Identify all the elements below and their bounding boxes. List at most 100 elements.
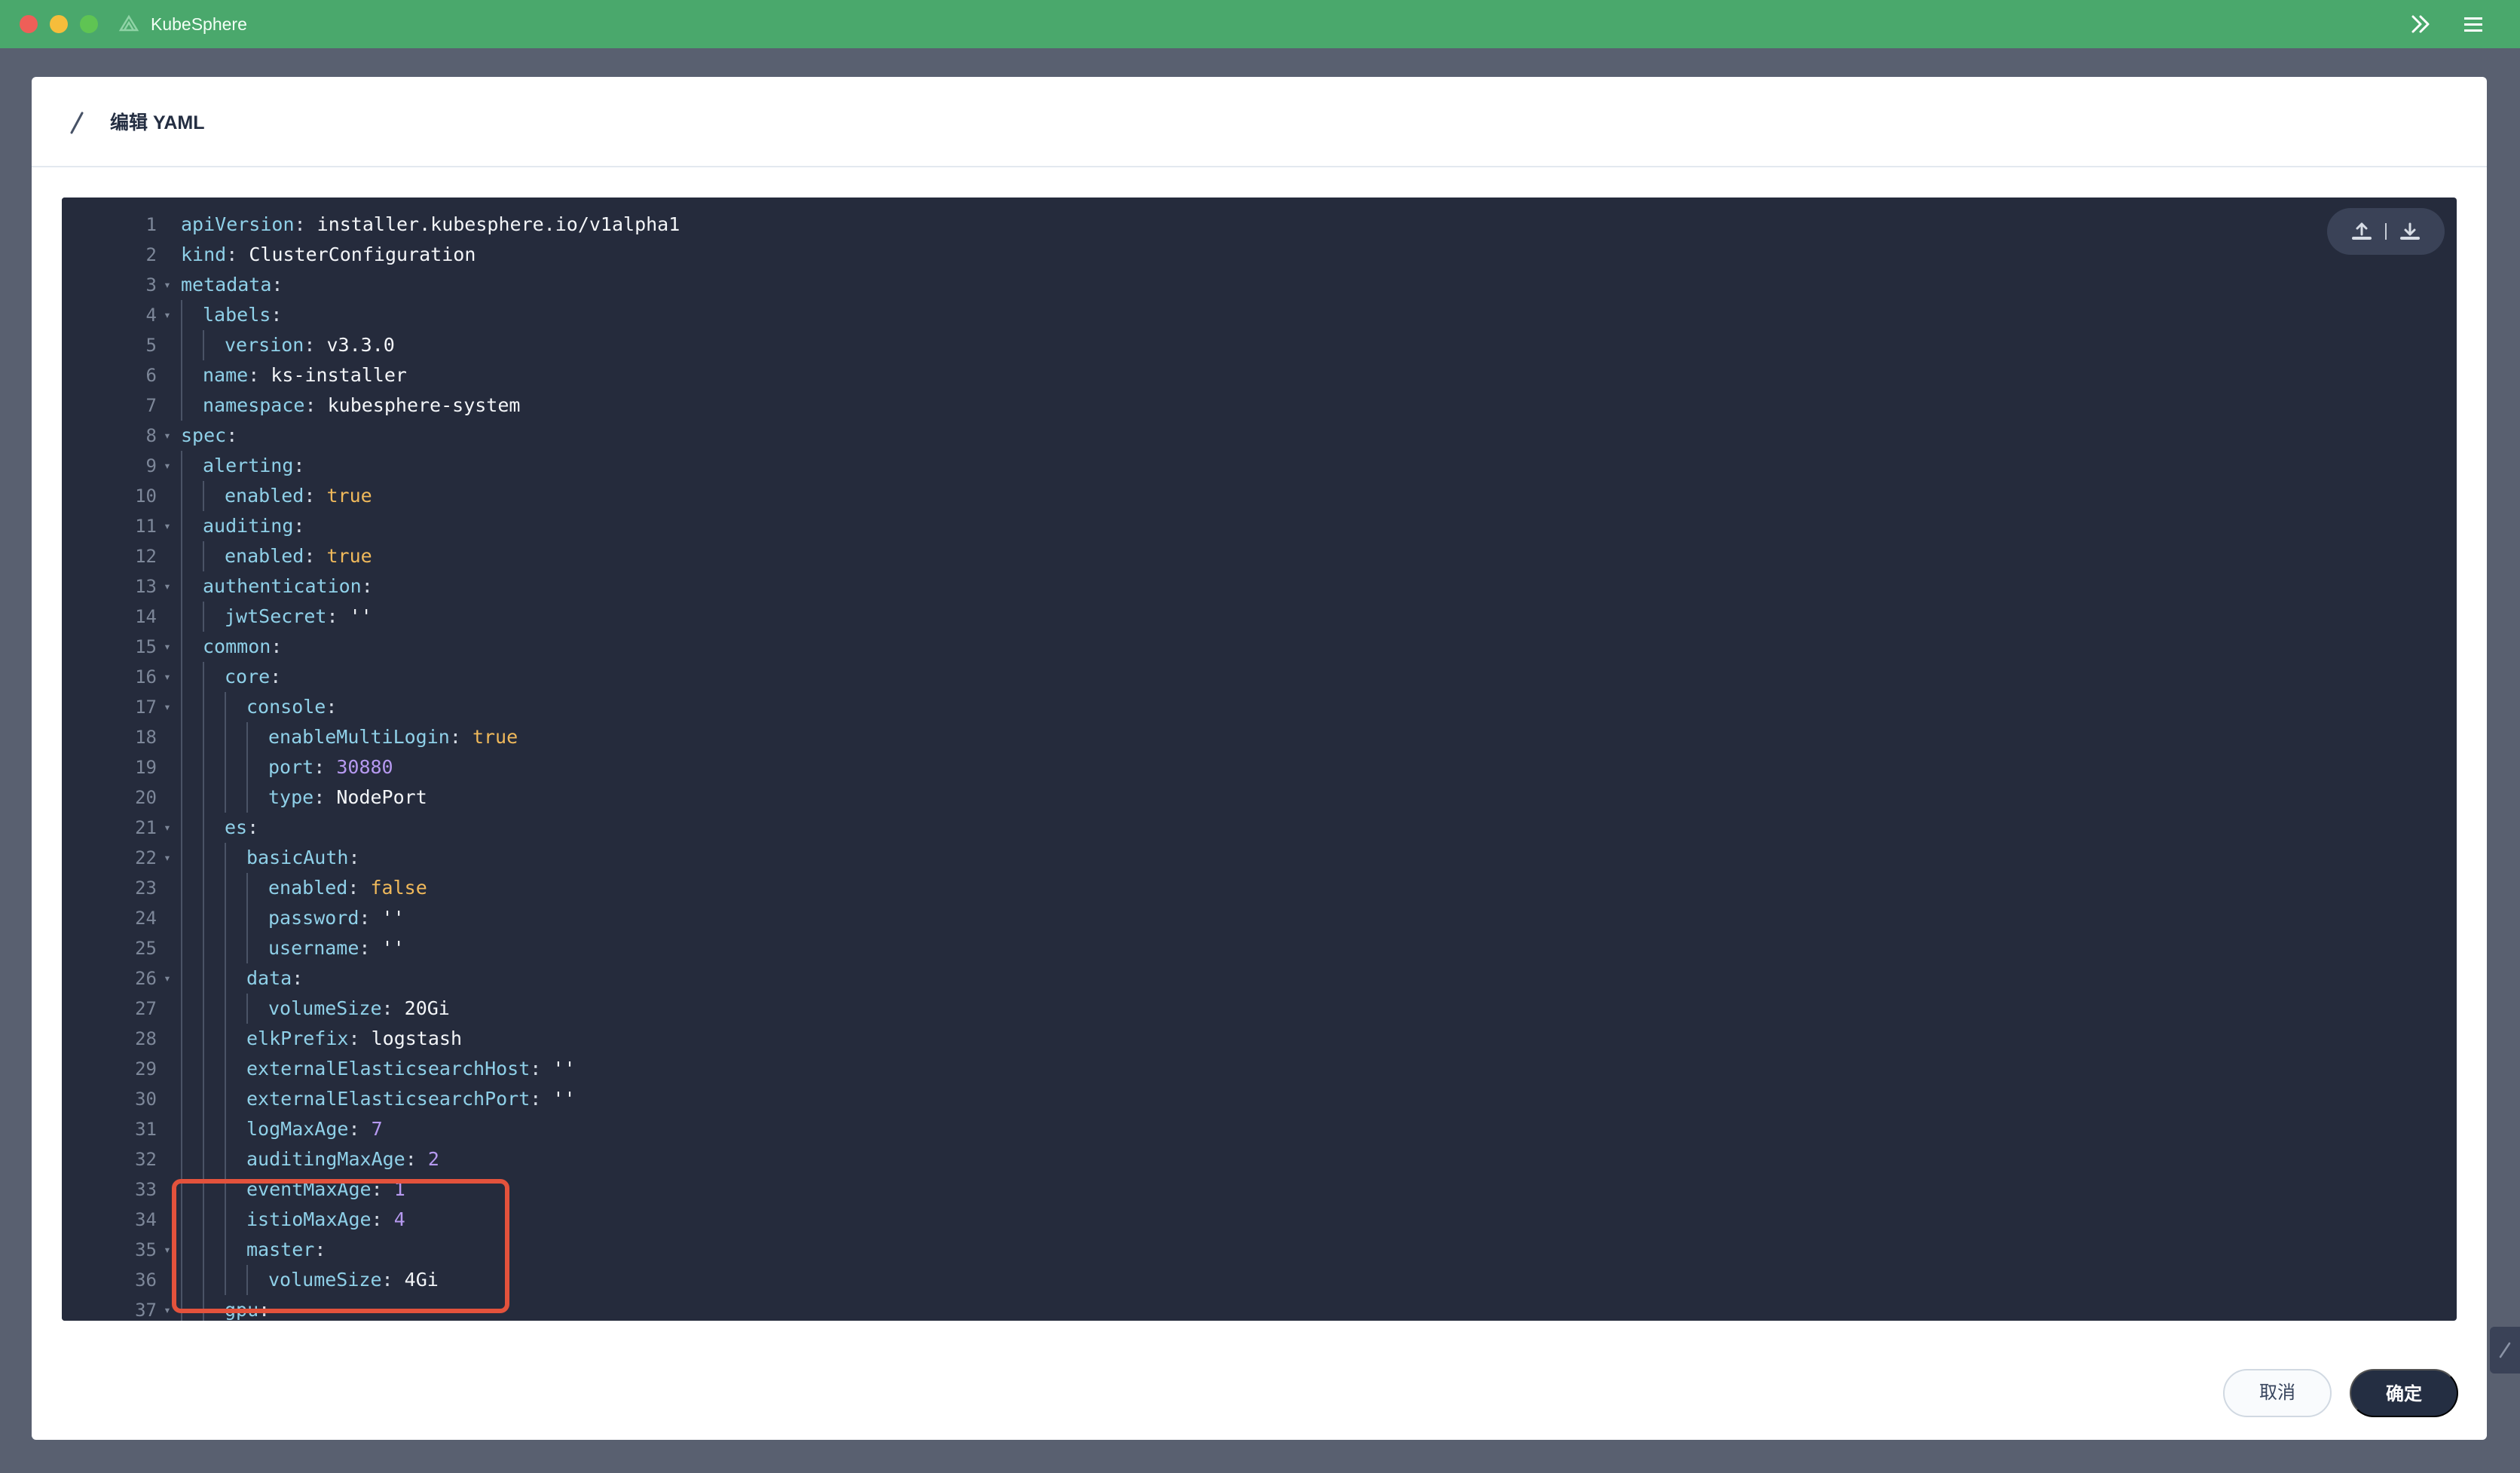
code-line[interactable]: 11 ▾ auditing: [62, 511, 2457, 541]
yaml-key: enabled [268, 877, 348, 899]
indent-guide [203, 963, 225, 994]
fold-toggle-icon[interactable]: ▾ [161, 451, 173, 481]
indent-guide [181, 662, 203, 692]
yaml-colon: : [359, 907, 371, 929]
cancel-button[interactable]: 取消 [2223, 1369, 2332, 1417]
line-number: 15 [135, 636, 157, 657]
code-line[interactable]: 24 password: '' [62, 903, 2457, 933]
yaml-colon: : [304, 545, 316, 567]
code-line[interactable]: 20 type: NodePort [62, 782, 2457, 813]
code-line[interactable]: 6 name: ks-installer [62, 360, 2457, 390]
yaml-value: NodePort [336, 786, 427, 808]
line-number: 11 [135, 516, 157, 537]
yaml-colon: : [326, 605, 338, 627]
code-line[interactable]: 32 auditingMaxAge: 2 [62, 1144, 2457, 1174]
indent-guide [181, 300, 203, 330]
code-line[interactable]: 16 ▾ core: [62, 662, 2457, 692]
code-line-content: enableMultiLogin: true [181, 722, 518, 752]
fold-toggle-icon[interactable]: ▾ [161, 421, 173, 451]
code-line[interactable]: 25 username: '' [62, 933, 2457, 963]
code-line[interactable]: 10 enabled: true [62, 481, 2457, 511]
yaml-key: apiVersion [181, 213, 295, 235]
window-close-button[interactable] [20, 15, 38, 33]
indent-guide [225, 933, 246, 963]
indent-guide [203, 873, 225, 903]
code-line[interactable]: 17 ▾ console: [62, 692, 2457, 722]
window-maximize-button[interactable] [80, 15, 98, 33]
modal-title: 编辑 YAML [110, 112, 205, 133]
fold-toggle-icon[interactable]: ▾ [161, 813, 173, 843]
indent-guide [203, 541, 225, 571]
yaml-code-editor[interactable]: 1 apiVersion: installer.kubesphere.io/v1a… [62, 198, 2457, 1321]
hamburger-menu-icon[interactable] [2460, 11, 2487, 38]
code-line[interactable]: 1 apiVersion: installer.kubesphere.io/v1a… [62, 210, 2457, 240]
code-line[interactable]: 19 port: 30880 [62, 752, 2457, 782]
code-line[interactable]: 2 kind: ClusterConfiguration [62, 240, 2457, 270]
fold-toggle-icon[interactable]: ▾ [161, 571, 173, 602]
upload-icon[interactable] [2349, 219, 2375, 244]
yaml-key: enabled [225, 545, 304, 567]
code-line-content: enabled: true [181, 541, 372, 571]
double-chevron-right-icon[interactable] [2407, 11, 2434, 38]
code-line[interactable]: 31 logMaxAge: 7 [62, 1114, 2457, 1144]
indent-guide [203, 813, 225, 843]
code-lines[interactable]: 1 apiVersion: installer.kubesphere.io/v1a… [62, 210, 2457, 1321]
side-tool-tab[interactable] [2490, 1327, 2520, 1373]
line-number: 3 [145, 274, 157, 296]
fold-toggle-icon[interactable]: ▾ [161, 300, 173, 330]
indent-guide [246, 873, 268, 903]
indent-guide [203, 1144, 225, 1174]
indent-guide [203, 994, 225, 1024]
code-line[interactable]: 30 externalElasticsearchPort: '' [62, 1084, 2457, 1114]
line-number: 7 [145, 395, 157, 416]
code-line[interactable]: 14 jwtSecret: '' [62, 602, 2457, 632]
code-line[interactable]: 21 ▾ es: [62, 813, 2457, 843]
line-number: 28 [135, 1028, 157, 1049]
code-line[interactable]: 26 ▾ data: [62, 963, 2457, 994]
fold-toggle-icon[interactable]: ▾ [161, 270, 173, 300]
code-line[interactable]: 28 elkPrefix: logstash [62, 1024, 2457, 1054]
code-line[interactable]: 8 ▾ spec: [62, 421, 2457, 451]
code-line[interactable]: 27 volumeSize: 20Gi [62, 994, 2457, 1024]
fold-toggle-icon[interactable]: ▾ [161, 963, 173, 994]
yaml-key: type [268, 786, 314, 808]
code-line[interactable]: 7 namespace: kubesphere-system [62, 390, 2457, 421]
line-number: 16 [135, 666, 157, 688]
yaml-colon: : [304, 334, 316, 356]
code-line[interactable]: 3 ▾ metadata: [62, 270, 2457, 300]
code-line[interactable]: 22 ▾ basicAuth: [62, 843, 2457, 873]
code-line[interactable]: 4 ▾ labels: [62, 300, 2457, 330]
code-line[interactable]: 13 ▾ authentication: [62, 571, 2457, 602]
yaml-key: basicAuth [246, 847, 349, 868]
fold-toggle-icon[interactable]: ▾ [161, 511, 173, 541]
download-icon[interactable] [2397, 219, 2423, 244]
indent-guide [246, 933, 268, 963]
code-line[interactable]: 23 enabled: false [62, 873, 2457, 903]
fold-toggle-icon[interactable]: ▾ [161, 692, 173, 722]
yaml-key: volumeSize [268, 997, 382, 1019]
window-minimize-button[interactable] [50, 15, 68, 33]
yaml-value: true [472, 726, 518, 748]
code-line[interactable]: 18 enableMultiLogin: true [62, 722, 2457, 752]
line-number: 36 [135, 1269, 157, 1291]
code-line[interactable]: 15 ▾ common: [62, 632, 2457, 662]
code-line[interactable]: 12 enabled: true [62, 541, 2457, 571]
indent-guide [246, 782, 268, 813]
window-title: KubeSphere [151, 14, 247, 34]
code-line[interactable]: 29 externalElasticsearchHost: '' [62, 1054, 2457, 1084]
toolbar-divider [2385, 223, 2387, 240]
code-line[interactable]: 9 ▾ alerting: [62, 451, 2457, 481]
code-line[interactable]: 5 version: v3.3.0 [62, 330, 2457, 360]
yaml-key: name [203, 364, 249, 386]
confirm-button[interactable]: 确定 [2350, 1369, 2458, 1417]
line-number: 8 [145, 425, 157, 446]
fold-toggle-icon[interactable]: ▾ [161, 843, 173, 873]
indent-guide [225, 1054, 246, 1084]
fold-toggle-icon[interactable]: ▾ [161, 632, 173, 662]
indent-guide [225, 692, 246, 722]
code-line-content: jwtSecret: '' [181, 602, 372, 632]
indent-guide [225, 1084, 246, 1114]
code-line-content: logMaxAge: 7 [181, 1114, 383, 1144]
fold-toggle-icon[interactable]: ▾ [161, 662, 173, 692]
window-titlebar: KubeSphere [0, 0, 2520, 48]
